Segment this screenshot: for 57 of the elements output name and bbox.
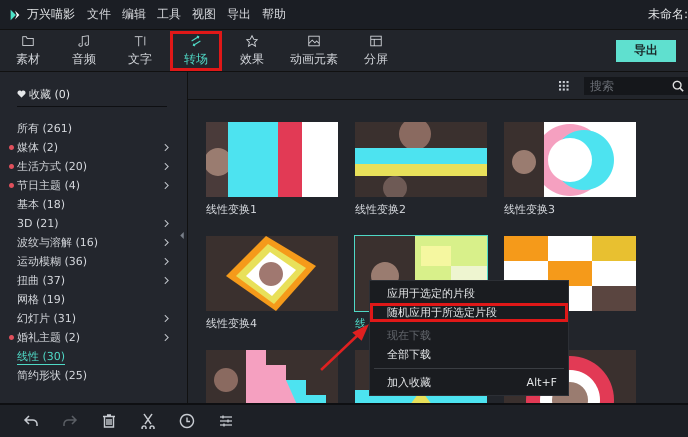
folder-icon xyxy=(21,34,35,48)
menu-item[interactable]: 应用于选定的片段 xyxy=(370,284,568,303)
category-item[interactable]: 线性 (30) xyxy=(17,348,66,364)
category-item[interactable]: 波纹与溶解 (16) xyxy=(17,235,98,250)
favorites-item[interactable]: 收藏 (0) xyxy=(29,86,70,102)
category-item[interactable]: 3D (21) xyxy=(17,217,59,230)
sliders-icon[interactable] xyxy=(218,413,234,429)
swap-arrows-icon xyxy=(189,34,203,48)
category-item[interactable]: 幻灯片 (31) xyxy=(17,311,76,326)
transition-name: 线性变换1 xyxy=(206,202,257,217)
toolbar-tab[interactable]: 效果 xyxy=(226,30,278,70)
app-name: 万兴喵影 xyxy=(27,6,75,23)
category-item[interactable]: 媒体 (2) xyxy=(17,140,58,155)
menu-item[interactable]: 加入收藏 Alt+F xyxy=(370,373,568,392)
menu-item[interactable]: 文件 xyxy=(87,6,111,23)
search-field[interactable]: 搜索 xyxy=(584,76,688,94)
menu-item[interactable]: 编辑 xyxy=(122,6,146,23)
scissors-icon[interactable] xyxy=(140,413,156,429)
menu-item[interactable]: 全部下载 xyxy=(370,345,568,364)
trash-icon[interactable] xyxy=(101,413,117,429)
toolbar-tab[interactable]: 音频 xyxy=(58,30,110,70)
menu-item[interactable]: 工具 xyxy=(157,6,181,23)
toolbar-tab[interactable]: 素材 xyxy=(2,30,54,70)
toolbar-tab[interactable]: 转场 xyxy=(170,30,222,70)
category-item[interactable]: 所有 (261) xyxy=(17,121,72,136)
transition-name: 线性变换4 xyxy=(206,316,257,331)
category-item[interactable]: 简约形状 (25) xyxy=(17,368,88,383)
category-item[interactable]: 扭曲 (37) xyxy=(17,273,66,288)
transition-name: 线性变换3 xyxy=(504,202,555,217)
category-item[interactable]: 网格 (19) xyxy=(17,292,66,307)
menu-item[interactable]: 视图 xyxy=(192,6,216,23)
collapse-handle-icon[interactable] xyxy=(180,232,184,239)
star-icon xyxy=(245,34,259,48)
transition-name: 线性变换2 xyxy=(355,202,406,217)
category-item[interactable]: 节日主题 (4) xyxy=(17,178,80,193)
image-icon xyxy=(307,34,321,48)
undo-icon[interactable] xyxy=(23,413,39,429)
category-item[interactable]: 婚礼主题 (2) xyxy=(17,330,80,345)
category-item[interactable]: 运动模糊 (36) xyxy=(17,254,88,269)
heart-icon xyxy=(17,90,26,98)
project-name: 未命名: xyxy=(648,6,688,23)
search-icon xyxy=(672,80,684,92)
clock-icon[interactable] xyxy=(179,413,195,429)
toolbar-tab[interactable]: 动画元素 xyxy=(282,30,346,70)
grid-view-icon[interactable] xyxy=(559,80,569,90)
toolbar-tab[interactable]: 文字 xyxy=(114,30,166,70)
music-note-icon xyxy=(77,34,91,48)
export-button[interactable]: 导出 xyxy=(616,40,676,62)
menu-item[interactable]: 随机应用于所选定片段 xyxy=(370,303,568,322)
logo-icon xyxy=(8,8,22,22)
menu-item[interactable]: 帮助 xyxy=(262,6,286,23)
menu-item[interactable]: 导出 xyxy=(227,6,251,23)
split-screen-icon xyxy=(369,34,383,48)
text-icon xyxy=(133,34,147,48)
category-item[interactable]: 生活方式 (20) xyxy=(17,159,88,174)
toolbar-tab[interactable]: 分屏 xyxy=(350,30,402,70)
category-item[interactable]: 基本 (18) xyxy=(17,197,66,212)
